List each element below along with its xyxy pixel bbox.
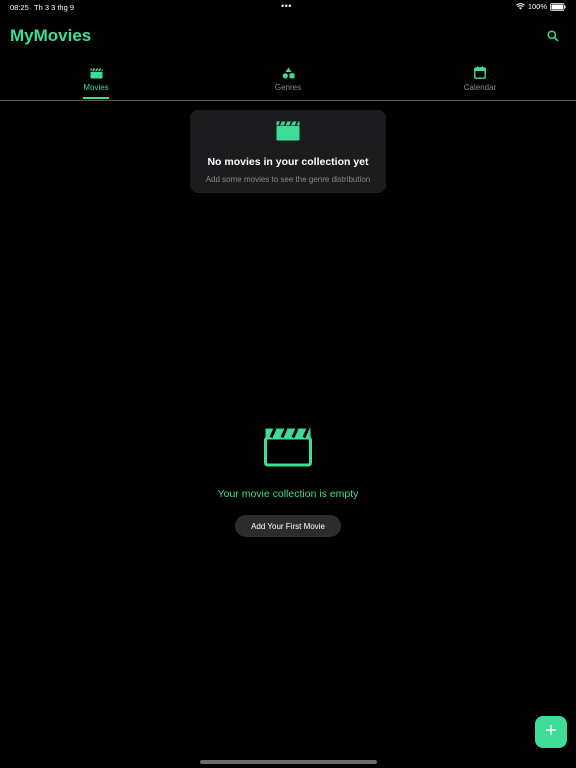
battery-percent: 100% bbox=[527, 2, 547, 11]
tab-genres[interactable]: Genres bbox=[192, 64, 384, 100]
app-screen: 08:25 Th 3 3 thg 9 ••• 100% MyMovies Mov… bbox=[0, 0, 576, 768]
tab-label: Calendar bbox=[463, 83, 497, 92]
add-first-movie-button[interactable]: Add Your First Movie bbox=[235, 515, 341, 537]
genre-empty-card: No movies in your collection yet Add som… bbox=[190, 110, 386, 193]
card-subtitle: Add some movies to see the genre distrib… bbox=[205, 175, 371, 184]
status-date: Th 3 3 thg 9 bbox=[34, 3, 75, 12]
plus-icon bbox=[545, 723, 557, 741]
search-icon bbox=[546, 30, 560, 47]
status-time: 08:25 bbox=[10, 3, 29, 12]
status-right: 100% bbox=[515, 2, 566, 11]
shapes-icon bbox=[282, 66, 295, 80]
tab-bar: Movies Genres Calendar bbox=[0, 64, 576, 100]
clapperboard-icon bbox=[90, 66, 103, 80]
card-title: No movies in your collection yet bbox=[207, 156, 369, 168]
active-tab-indicator bbox=[83, 97, 109, 99]
wifi-icon bbox=[515, 3, 525, 10]
battery-icon bbox=[550, 2, 566, 11]
add-movie-fab[interactable] bbox=[535, 716, 567, 748]
multitasking-dots[interactable]: ••• bbox=[281, 1, 292, 11]
tab-label: Genres bbox=[274, 83, 302, 92]
clapperboard-icon bbox=[264, 427, 312, 472]
clapperboard-icon bbox=[276, 121, 300, 146]
status-bar: 08:25 Th 3 3 thg 9 ••• 100% bbox=[0, 0, 576, 14]
app-title: MyMovies bbox=[10, 26, 92, 45]
home-indicator[interactable] bbox=[200, 760, 377, 764]
tab-calendar[interactable]: Calendar bbox=[384, 64, 576, 100]
tab-label: Movies bbox=[83, 83, 109, 92]
empty-collection-message: Your movie collection is empty bbox=[217, 488, 359, 500]
calendar-icon bbox=[474, 66, 486, 80]
tabs-divider bbox=[0, 100, 576, 101]
search-button[interactable] bbox=[546, 29, 560, 43]
tab-movies[interactable]: Movies bbox=[0, 64, 192, 100]
